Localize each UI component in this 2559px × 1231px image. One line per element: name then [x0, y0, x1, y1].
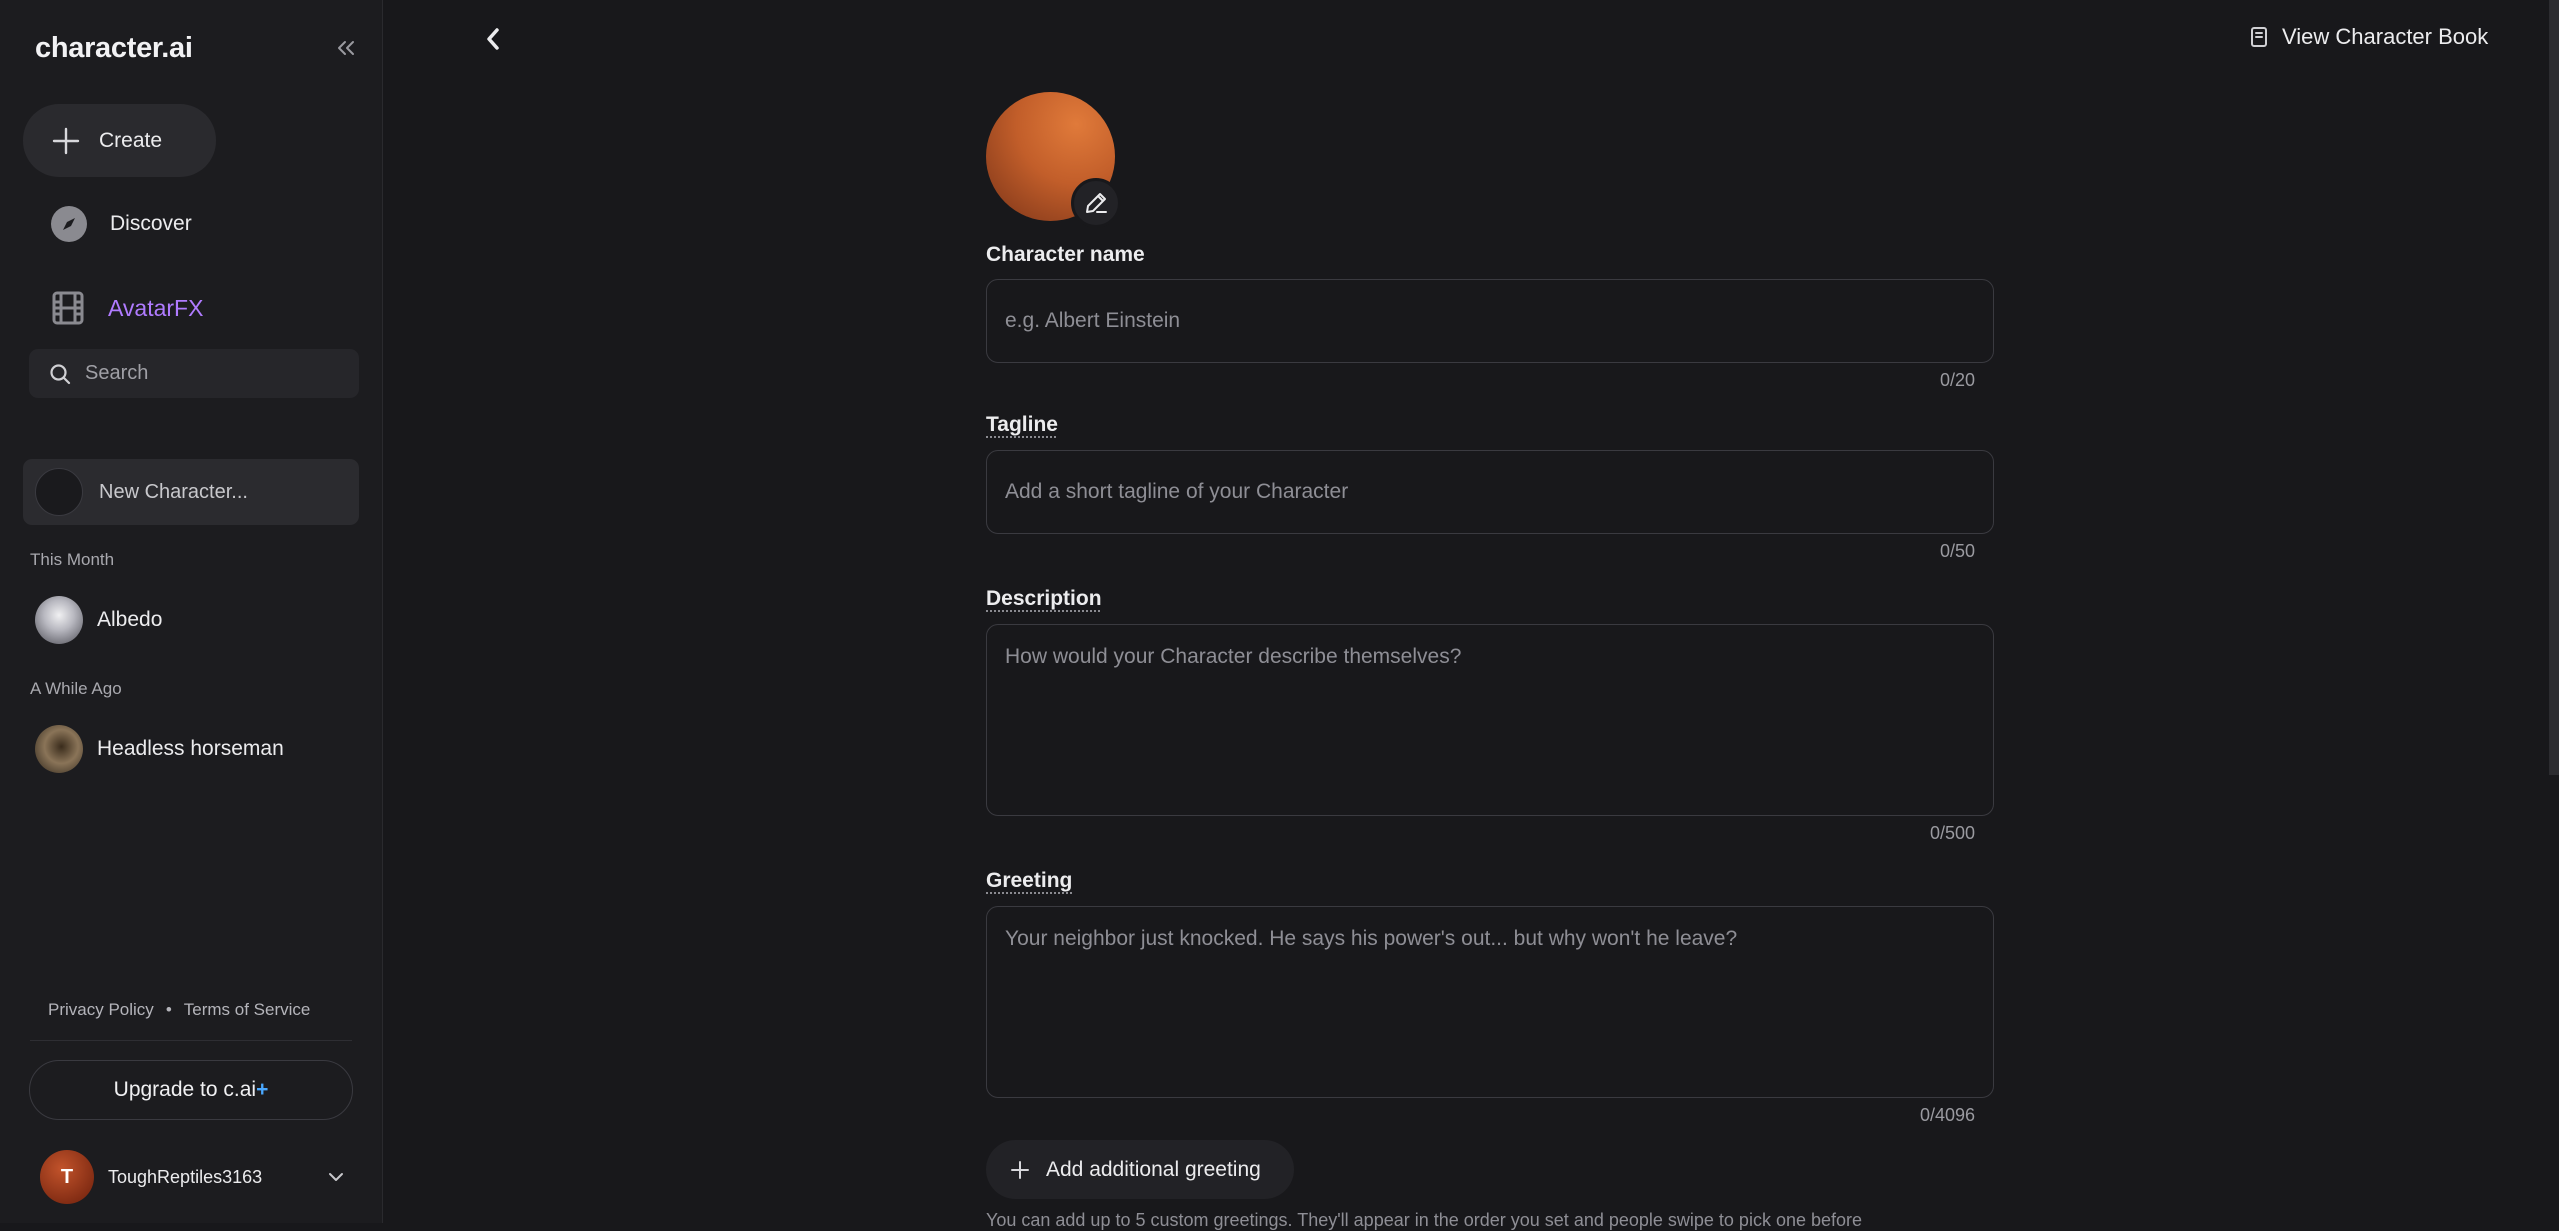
description-counter: 0/500	[1930, 823, 1975, 844]
nav-discover[interactable]: Discover	[50, 204, 192, 244]
tagline-counter: 0/50	[1940, 541, 1975, 562]
collapse-sidebar-icon[interactable]	[335, 38, 357, 58]
avatar	[35, 725, 83, 773]
logo[interactable]: character.ai	[35, 32, 193, 65]
footer-separator: •	[166, 1000, 172, 1019]
upgrade-button[interactable]: Upgrade to c.ai +	[29, 1060, 353, 1120]
pencil-icon	[1083, 190, 1109, 216]
character-name-label: Character name	[986, 243, 1145, 267]
sidebar: character.ai Create Discover AvatarFX Se…	[0, 0, 383, 1223]
tagline-label: Tagline	[986, 413, 1058, 437]
divider	[30, 1040, 352, 1041]
greeting-help-text: You can add up to 5 custom greetings. Th…	[986, 1210, 1862, 1231]
chat-item-albedo[interactable]: Albedo	[35, 596, 162, 644]
tagline-placeholder: Add a short tagline of your Character	[1005, 480, 1348, 504]
search-placeholder: Search	[85, 362, 148, 385]
plus-icon	[51, 126, 81, 156]
avatar: T	[40, 1150, 94, 1204]
privacy-policy-link[interactable]: Privacy Policy	[48, 1000, 154, 1019]
greeting-label: Greeting	[986, 869, 1072, 893]
description-label: Description	[986, 587, 1102, 611]
view-character-book-label: View Character Book	[2282, 24, 2488, 50]
add-greeting-button[interactable]: Add additional greeting	[986, 1140, 1294, 1199]
tagline-input[interactable]: Add a short tagline of your Character	[986, 450, 1994, 534]
character-name-placeholder: e.g. Albert Einstein	[1005, 309, 1180, 333]
chat-item-headless-horseman[interactable]: Headless horseman	[35, 725, 284, 773]
footer-links: Privacy Policy • Terms of Service	[48, 1000, 310, 1020]
description-textarea[interactable]: How would your Character describe themse…	[986, 624, 1994, 816]
greeting-placeholder: Your neighbor just knocked. He says his …	[1005, 927, 1737, 951]
scrollbar[interactable]	[2549, 0, 2559, 775]
greeting-textarea[interactable]: Your neighbor just knocked. He says his …	[986, 906, 1994, 1098]
chevron-down-icon[interactable]	[327, 1171, 345, 1183]
book-icon	[2250, 26, 2268, 48]
new-character-item[interactable]: New Character...	[23, 459, 359, 525]
upgrade-plus: +	[256, 1078, 268, 1102]
new-character-avatar	[35, 468, 83, 516]
create-button[interactable]: Create	[23, 104, 216, 177]
film-icon	[50, 290, 86, 326]
search-input[interactable]: Search	[29, 349, 359, 398]
avatar	[35, 596, 83, 644]
view-character-book-button[interactable]: View Character Book	[2250, 24, 2488, 50]
terms-of-service-link[interactable]: Terms of Service	[184, 1000, 311, 1019]
nav-discover-label: Discover	[110, 212, 192, 236]
user-menu[interactable]: T ToughReptiles3163	[40, 1150, 345, 1204]
section-a-while-ago: A While Ago	[30, 679, 122, 699]
character-name-input[interactable]: e.g. Albert Einstein	[986, 279, 1994, 363]
compass-icon	[50, 205, 88, 243]
new-character-label: New Character...	[99, 481, 248, 504]
edit-avatar-button[interactable]	[1071, 178, 1121, 228]
nav-avatarfx-label: AvatarFX	[108, 295, 203, 322]
username: ToughReptiles3163	[108, 1167, 327, 1188]
upgrade-label: Upgrade to c.ai	[114, 1078, 256, 1102]
chat-item-name: Headless horseman	[97, 737, 284, 761]
user-initial: T	[61, 1166, 73, 1189]
back-arrow-icon[interactable]	[482, 25, 504, 53]
section-this-month: This Month	[30, 550, 114, 570]
create-label: Create	[99, 129, 162, 153]
greeting-counter: 0/4096	[1920, 1105, 1975, 1126]
plus-icon	[1010, 1160, 1030, 1180]
description-placeholder: How would your Character describe themse…	[1005, 645, 1461, 669]
nav-avatarfx[interactable]: AvatarFX	[50, 288, 203, 328]
search-icon	[49, 363, 71, 385]
character-name-counter: 0/20	[1940, 370, 1975, 391]
chat-item-name: Albedo	[97, 608, 162, 632]
add-greeting-label: Add additional greeting	[1046, 1158, 1261, 1182]
